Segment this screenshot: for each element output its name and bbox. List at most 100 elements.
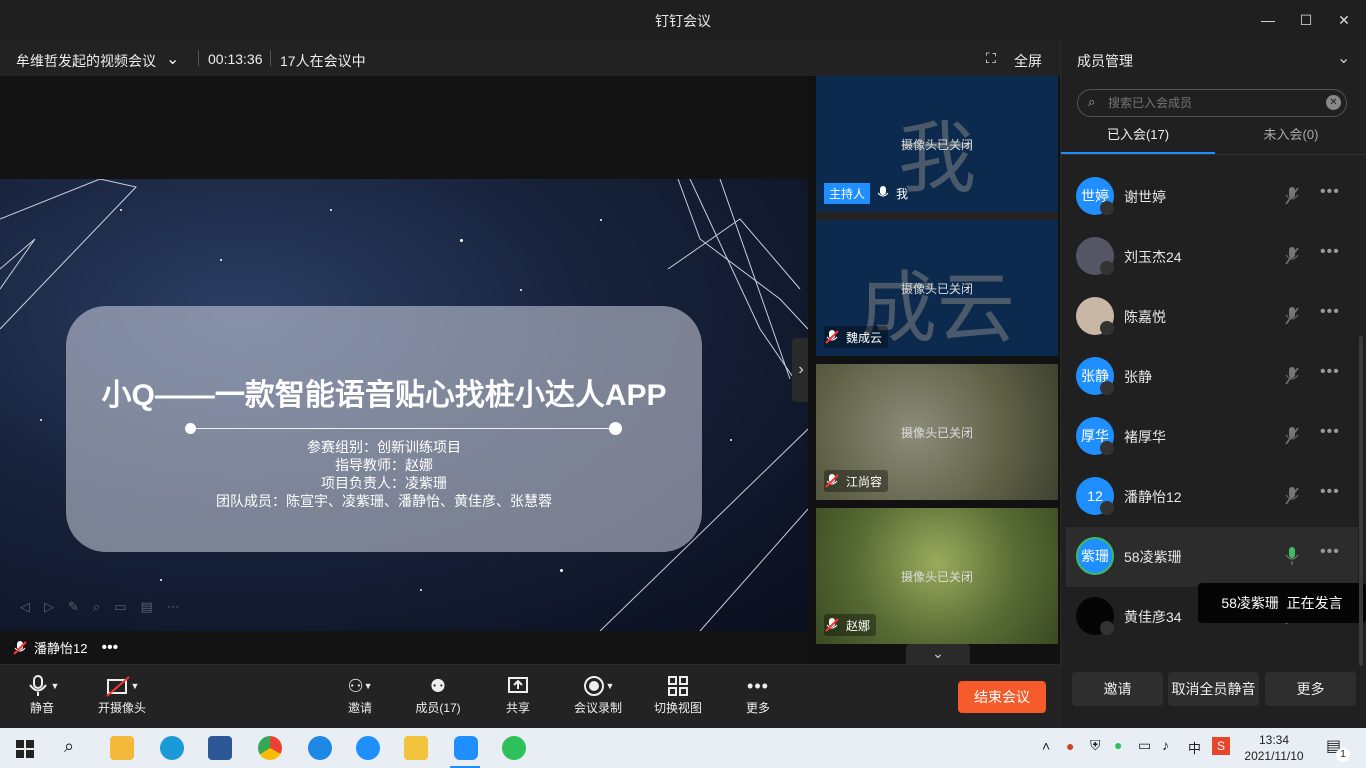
- minimize-button[interactable]: —: [1256, 8, 1280, 32]
- switch-view-button[interactable]: 切换视图: [652, 673, 704, 716]
- member-row[interactable]: 刘玉杰24 •••: [1066, 227, 1358, 287]
- video-tile[interactable]: 我 摄像头已关闭 主持人 我: [816, 76, 1058, 212]
- invite-button[interactable]: 邀请: [1072, 672, 1163, 706]
- tray-app-icon[interactable]: ●: [1066, 738, 1074, 754]
- more-options-icon[interactable]: •••: [1320, 303, 1340, 321]
- more-icon[interactable]: ⋯: [167, 599, 180, 615]
- clock-date: 2021/11/10: [1244, 749, 1304, 763]
- caret-down-icon[interactable]: ▼: [131, 681, 140, 691]
- member-panel: 成员管理 ⌄ ⌕ ✕ 已入会(17) 未入会(0) 世婷 谢世婷 ••• 刘玉杰…: [1060, 40, 1366, 728]
- chevron-down-icon[interactable]: ⌄: [1337, 48, 1350, 68]
- more-label: 更多: [745, 701, 770, 715]
- edge-browser-icon[interactable]: [160, 736, 184, 760]
- divider: [198, 50, 199, 66]
- unmute-all-button[interactable]: 取消全员静音: [1168, 672, 1259, 706]
- chevron-up-icon[interactable]: ˄: [1042, 738, 1050, 754]
- more-options-icon[interactable]: •••: [101, 639, 118, 657]
- wechat-tray-icon[interactable]: ●: [1114, 737, 1122, 753]
- record-button[interactable]: ▼ 会议录制: [570, 673, 626, 716]
- more-options-icon[interactable]: •••: [1320, 483, 1340, 501]
- clear-icon[interactable]: ✕: [1326, 95, 1341, 110]
- mic-muted-icon[interactable]: [1284, 425, 1300, 447]
- more-options-icon[interactable]: •••: [1320, 423, 1340, 441]
- shield-icon[interactable]: ⛨: [1090, 737, 1101, 754]
- search-box[interactable]: ⌕ ✕: [1077, 89, 1347, 117]
- speaker-icon[interactable]: ♪: [1162, 737, 1169, 753]
- more-options-icon[interactable]: •••: [1320, 243, 1340, 261]
- caret-down-icon[interactable]: ▼: [606, 681, 615, 691]
- share-label: 共享: [505, 701, 530, 715]
- member-row[interactable]: 陈嘉悦 •••: [1066, 287, 1358, 347]
- mic-muted-icon[interactable]: [1284, 485, 1300, 507]
- caret-down-icon[interactable]: ▼: [364, 681, 373, 691]
- invite-button[interactable]: ⚇ ▼ 邀请: [340, 673, 380, 716]
- windows-start-icon[interactable]: [16, 740, 34, 758]
- pen-icon[interactable]: ✎: [68, 599, 79, 615]
- search-input[interactable]: [1108, 93, 1308, 113]
- tab-joined[interactable]: 已入会(17): [1061, 124, 1215, 154]
- meeting-area: 牟维哲发起的视频会议 ⌄ 00:13:36 17人在会议中 ⛶ 全屏 小Q——一…: [0, 40, 1060, 728]
- ime-indicator[interactable]: 中: [1188, 738, 1201, 757]
- sogou-ime-icon[interactable]: S: [1212, 737, 1230, 755]
- camera-button[interactable]: ▼ 开摄像头: [94, 673, 150, 716]
- mute-button[interactable]: ▼ 静音: [20, 673, 64, 716]
- todesk-icon[interactable]: [404, 736, 428, 760]
- mic-muted-icon[interactable]: [1284, 365, 1300, 387]
- more-options-icon[interactable]: •••: [1320, 363, 1340, 381]
- more-options-icon[interactable]: •••: [1320, 183, 1340, 201]
- screen-icon[interactable]: ▭: [114, 599, 126, 615]
- prev-slide-icon[interactable]: ◁: [20, 599, 30, 615]
- participants-status: 17人在会议中: [280, 53, 366, 69]
- share-button[interactable]: 共享: [502, 673, 534, 716]
- maximize-button[interactable]: ☐: [1294, 8, 1318, 32]
- member-row[interactable]: 世婷 谢世婷 •••: [1066, 167, 1358, 227]
- wechat-icon[interactable]: [502, 736, 526, 760]
- chrome-icon[interactable]: [258, 736, 282, 760]
- close-button[interactable]: ✕: [1332, 8, 1356, 32]
- chevron-down-icon[interactable]: ⌄: [906, 644, 970, 664]
- member-row[interactable]: 厚华 褚厚华 •••: [1066, 407, 1358, 467]
- more-button[interactable]: 更多: [1265, 672, 1356, 706]
- scrollbar[interactable]: [1359, 336, 1363, 666]
- member-row[interactable]: 紫珊 58凌紫珊 •••: [1066, 527, 1358, 587]
- members-button[interactable]: ⚉ 成员(17): [412, 673, 464, 716]
- meeting-app-icon[interactable]: [454, 736, 478, 760]
- slide-title-panel: 小Q——一款智能语音贴心找桩小达人APP 参赛组别：创新训练项目 指导教师：赵娜…: [66, 306, 702, 552]
- internet-explorer-icon[interactable]: [308, 736, 332, 760]
- video-tile[interactable]: 摄像头已关闭 江尚容: [816, 364, 1058, 500]
- video-tile[interactable]: 摄像头已关闭 赵娜: [816, 508, 1058, 644]
- slide-line: 参赛组别：创新训练项目: [307, 441, 461, 456]
- more-options-icon[interactable]: •••: [1320, 543, 1340, 561]
- switch-view-label: 切换视图: [653, 701, 702, 715]
- member-row[interactable]: 12 潘静怡12 •••: [1066, 467, 1358, 527]
- meeting-toolbar: ▼ 静音 ▼ 开摄像头 ⚇ ▼ 邀请 ⚉ 成员(17) 共享 ▼ 会议录制 切换视…: [0, 664, 1060, 728]
- fullscreen-icon[interactable]: ⛶: [986, 50, 996, 67]
- more-button[interactable]: ••• 更多: [742, 673, 774, 716]
- mic-active-icon[interactable]: [1284, 545, 1300, 567]
- dingtalk-icon[interactable]: [356, 736, 380, 760]
- status-badge: [1100, 321, 1114, 335]
- mic-muted-icon[interactable]: [1284, 305, 1300, 327]
- mic-muted-icon: [825, 330, 839, 344]
- caret-down-icon[interactable]: ▼: [51, 681, 60, 691]
- next-slide-icon[interactable]: ▷: [44, 599, 54, 615]
- slideshow-controls[interactable]: ◁ ▷ ✎ ⌕ ▭ ▤ ⋯: [20, 599, 180, 615]
- zoom-icon[interactable]: ⌕: [93, 599, 100, 615]
- subtitle-icon[interactable]: ▤: [140, 599, 152, 615]
- mic-muted-icon[interactable]: [1284, 245, 1300, 267]
- clock[interactable]: 13:34 2021/11/10: [1236, 732, 1312, 764]
- file-explorer-icon[interactable]: [110, 736, 134, 760]
- word-icon[interactable]: [208, 736, 232, 760]
- fullscreen-button[interactable]: 全屏: [1014, 51, 1042, 71]
- battery-icon[interactable]: ▭: [1138, 737, 1151, 754]
- chevron-down-icon[interactable]: ⌄: [166, 49, 179, 69]
- tab-not-joined[interactable]: 未入会(0): [1215, 124, 1366, 154]
- status-badge: [1100, 501, 1114, 515]
- divider: [816, 212, 1058, 220]
- mic-muted-icon[interactable]: [1284, 185, 1300, 207]
- end-meeting-button[interactable]: 结束会议: [958, 681, 1046, 713]
- meeting-title[interactable]: 牟维哲发起的视频会议: [16, 51, 156, 71]
- video-tile[interactable]: 成云 摄像头已关闭 魏成云: [816, 220, 1058, 356]
- member-row[interactable]: 张静 张静 •••: [1066, 347, 1358, 407]
- search-icon[interactable]: ⌕: [64, 736, 74, 757]
